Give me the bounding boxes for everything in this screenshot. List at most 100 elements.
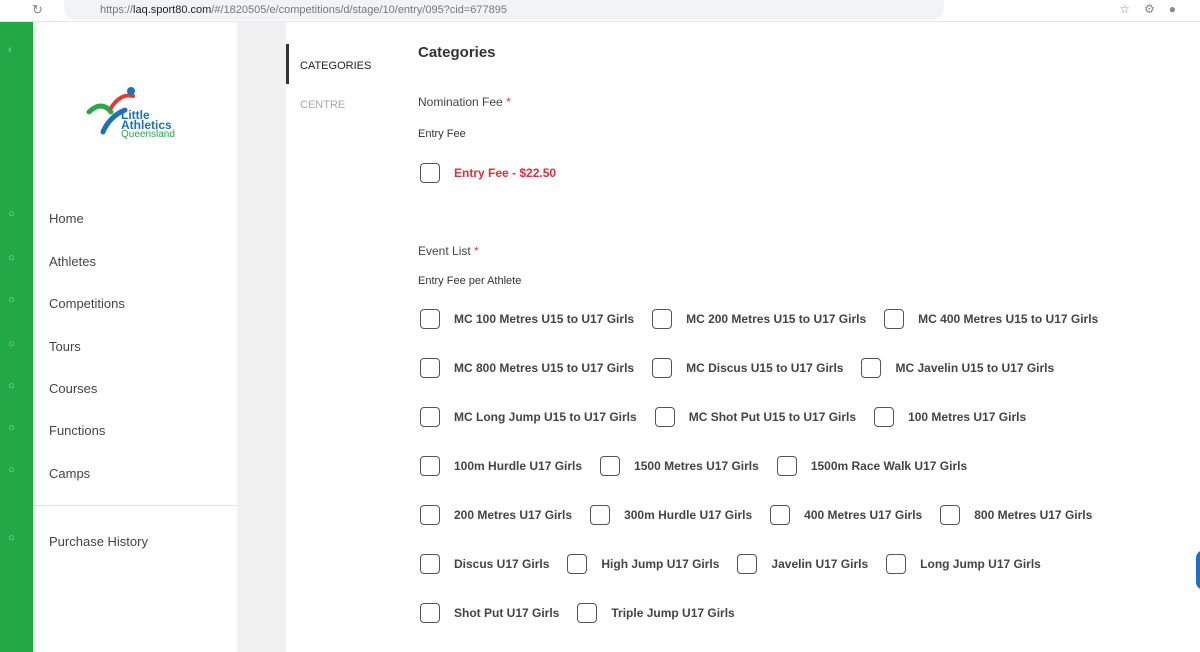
event-label: 100m Hurdle U17 Girls <box>454 459 583 473</box>
event-option[interactable]: 1500 Metres U17 Girls <box>600 456 759 476</box>
entry-fee-checkbox[interactable] <box>420 163 440 183</box>
collapse-icon[interactable]: ‹ <box>8 44 12 56</box>
gutter <box>237 22 286 652</box>
home-rail-icon[interactable]: ○ <box>8 208 15 220</box>
event-checkbox[interactable] <box>420 309 440 329</box>
event-checkbox[interactable] <box>874 407 895 427</box>
event-option[interactable]: 200 Metres U17 Girls <box>420 505 572 525</box>
event-option[interactable]: Discus U17 Girls <box>420 554 549 574</box>
event-row: 200 Metres U17 Girls 300m Hurdle U17 Girl… <box>420 505 1110 525</box>
event-option[interactable]: MC 400 Metres U15 to U17 Girls <box>884 309 1098 329</box>
courses-rail-icon[interactable]: ○ <box>8 380 15 392</box>
event-checkbox[interactable] <box>577 603 598 623</box>
event-label: MC Long Jump U15 to U17 Girls <box>454 410 637 424</box>
event-checkbox[interactable] <box>861 358 882 378</box>
competitions-rail-icon[interactable]: ○ <box>8 294 15 306</box>
section-tabs: CATEGORIES CENTRE <box>286 22 396 652</box>
event-option[interactable]: MC Long Jump U15 to U17 Girls <box>420 407 637 427</box>
event-checkbox[interactable] <box>776 456 797 476</box>
event-option[interactable]: MC 100 Metres U15 to U17 Girls <box>420 309 634 329</box>
tab-centre[interactable]: CENTRE <box>300 99 345 111</box>
sidebar-item-courses[interactable]: Courses <box>49 381 97 396</box>
event-checkbox[interactable] <box>886 554 907 574</box>
sidebar-divider <box>33 505 237 506</box>
event-row: Discus U17 Girls High Jump U17 Girls Javel… <box>420 554 1059 574</box>
entry-fee-option[interactable]: Entry Fee - $22.50 <box>420 163 556 183</box>
event-option[interactable]: 100m Hurdle U17 Girls <box>420 456 582 476</box>
event-label: MC 100 Metres U15 to U17 Girls <box>454 312 635 326</box>
event-checkbox[interactable] <box>652 309 673 329</box>
sidebar: Little Athletics Queensland Home Athlete… <box>33 22 237 652</box>
required-mark: * <box>474 244 479 258</box>
profile-icon[interactable]: ● <box>1169 2 1190 16</box>
star-icon[interactable]: ☆ <box>1119 2 1144 16</box>
event-checkbox[interactable] <box>737 554 758 574</box>
event-list-label: Event List * <box>418 244 479 258</box>
sidebar-item-purchase-history[interactable]: Purchase History <box>49 534 148 549</box>
event-label: Javelin U17 Girls <box>771 557 869 571</box>
event-option[interactable]: High Jump U17 Girls <box>567 554 719 574</box>
event-label: 400 Metres U17 Girls <box>804 508 923 522</box>
browser-toolbar: ↻ https://laq.sport80.com/#/1820505/e/co… <box>0 0 1200 22</box>
event-checkbox[interactable] <box>567 554 588 574</box>
camps-rail-icon[interactable]: ○ <box>8 464 15 476</box>
event-option[interactable]: Triple Jump U17 Girls <box>577 603 735 623</box>
event-checkbox[interactable] <box>654 407 675 427</box>
event-label: Long Jump U17 Girls <box>920 557 1041 571</box>
purchase-rail-icon[interactable]: ○ <box>8 532 15 544</box>
event-checkbox[interactable] <box>884 309 905 329</box>
athletes-rail-icon[interactable]: ○ <box>8 252 15 264</box>
sidebar-item-functions[interactable]: Functions <box>49 423 105 438</box>
event-checkbox[interactable] <box>420 505 440 525</box>
event-option[interactable]: Shot Put U17 Girls <box>420 603 559 623</box>
help-tab[interactable] <box>1196 550 1200 590</box>
entry-fee-per-athlete: Entry Fee per Athlete <box>418 275 522 287</box>
sidebar-item-tours[interactable]: Tours <box>49 339 81 354</box>
main-content: Categories Nomination Fee * Entry Fee En… <box>418 22 1200 652</box>
event-checkbox[interactable] <box>600 456 621 476</box>
tours-rail-icon[interactable]: ○ <box>8 338 15 350</box>
event-option[interactable]: Javelin U17 Girls <box>737 554 868 574</box>
event-checkbox[interactable] <box>420 358 440 378</box>
sidebar-item-camps[interactable]: Camps <box>49 466 90 481</box>
event-option[interactable]: MC Javelin U15 to U17 Girls <box>861 358 1054 378</box>
event-label: MC 200 Metres U15 to U17 Girls <box>686 312 867 326</box>
event-option[interactable]: MC Discus U15 to U17 Girls <box>652 358 843 378</box>
extensions-icon[interactable]: ⚙ <box>1144 2 1169 16</box>
event-checkbox[interactable] <box>420 456 440 476</box>
event-option[interactable]: 800 Metres U17 Girls <box>940 505 1092 525</box>
event-option[interactable]: MC Shot Put U15 to U17 Girls <box>654 407 856 427</box>
event-option[interactable]: 1500m Race Walk U17 Girls <box>776 456 968 476</box>
url-domain: laq.sport80.com <box>133 4 212 16</box>
event-checkbox[interactable] <box>770 505 791 525</box>
reload-icon[interactable]: ↻ <box>32 2 43 18</box>
event-option[interactable]: MC 200 Metres U15 to U17 Girls <box>652 309 866 329</box>
event-checkbox[interactable] <box>420 554 440 574</box>
sidebar-item-home[interactable]: Home <box>49 211 84 226</box>
event-label: 1500 Metres U17 Girls <box>634 459 759 473</box>
event-option[interactable]: 400 Metres U17 Girls <box>770 505 922 525</box>
sidebar-item-competitions[interactable]: Competitions <box>49 296 125 311</box>
event-option[interactable]: 300m Hurdle U17 Girls <box>590 505 752 525</box>
event-checkbox[interactable] <box>940 505 961 525</box>
event-label: MC Discus U15 to U17 Girls <box>686 361 844 375</box>
sidebar-item-athletes[interactable]: Athletes <box>49 254 96 269</box>
event-checkbox[interactable] <box>652 358 673 378</box>
nomination-fee-text: Nomination Fee <box>418 95 503 109</box>
tab-categories[interactable]: CATEGORIES <box>300 60 371 72</box>
event-option[interactable]: 100 Metres U17 Girls <box>874 407 1026 427</box>
event-checkbox[interactable] <box>420 603 440 623</box>
event-label: 300m Hurdle U17 Girls <box>624 508 753 522</box>
event-checkbox[interactable] <box>420 407 440 427</box>
event-row: MC Long Jump U15 to U17 Girls MC Shot Put… <box>420 407 1044 427</box>
event-label: Discus U17 Girls <box>454 557 550 571</box>
event-checkbox[interactable] <box>590 505 611 525</box>
event-label: 1500m Race Walk U17 Girls <box>810 459 968 473</box>
functions-rail-icon[interactable]: ○ <box>8 422 15 434</box>
entry-fee-option-label: Entry Fee - $22.50 <box>454 166 557 180</box>
address-bar[interactable]: https://laq.sport80.com/#/1820505/e/comp… <box>64 0 944 20</box>
event-label: Triple Jump U17 Girls <box>611 606 735 620</box>
event-option[interactable]: Long Jump U17 Girls <box>886 554 1041 574</box>
url-path: /#/1820505/e/competitions/d/stage/10/ent… <box>211 4 507 16</box>
event-option[interactable]: MC 800 Metres U15 to U17 Girls <box>420 358 634 378</box>
